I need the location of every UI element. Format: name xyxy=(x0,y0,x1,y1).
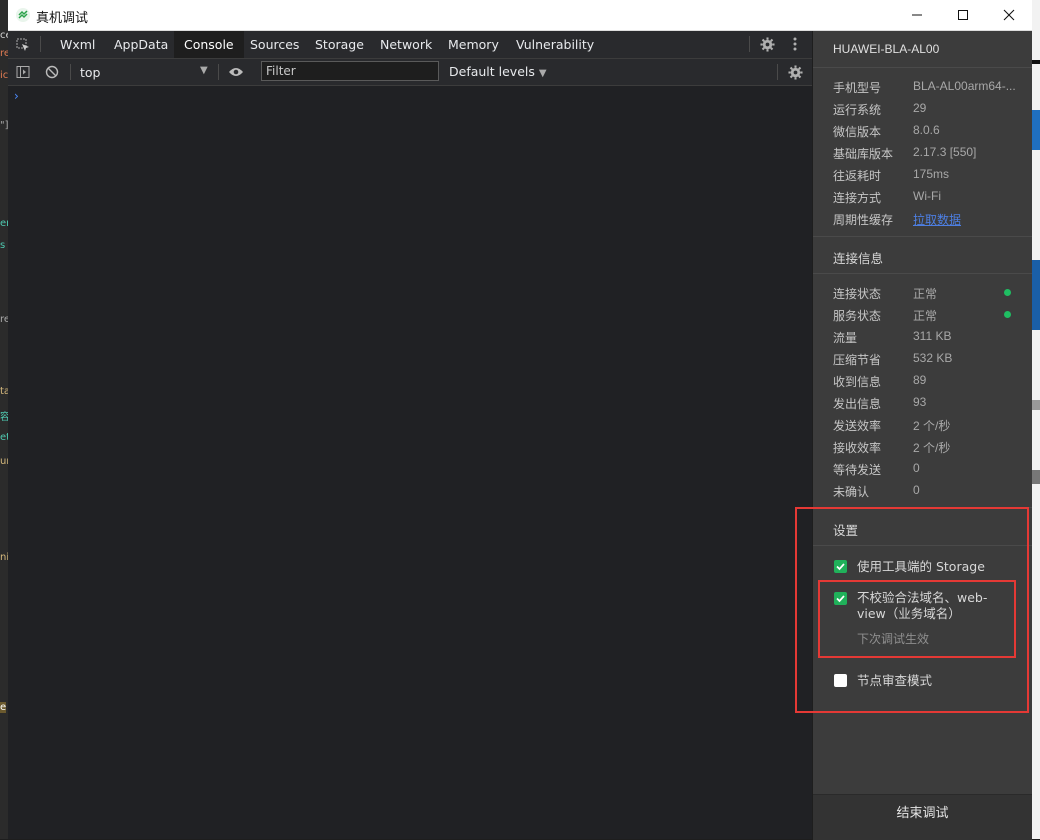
info-row-connection-type: 连接方式 Wi-Fi xyxy=(833,189,941,205)
conn-row-traffic: 流量 311 KB xyxy=(833,329,952,345)
levels-dropdown-arrow-icon: ▼ xyxy=(538,68,547,79)
tab-vulnerability[interactable]: Vulnerability xyxy=(506,31,604,58)
node-inspect-label: 节点审查模式 xyxy=(857,673,933,688)
devtools-tab-bar: Wxml AppData Console Sources Storage Net… xyxy=(8,31,812,59)
end-debug-button[interactable]: 结束调试 xyxy=(813,795,1032,840)
console-prompt-icon: › xyxy=(14,89,19,103)
tab-memory[interactable]: Memory xyxy=(438,31,509,58)
console-settings-gear-icon[interactable] xyxy=(786,63,804,81)
connection-section-title: 连接信息 xyxy=(833,251,884,266)
devtools-pane: Wxml AppData Console Sources Storage Net… xyxy=(8,31,812,839)
use-storage-label: 使用工具端的 Storage xyxy=(857,559,985,574)
minimize-button[interactable] xyxy=(894,0,940,30)
background-app-strip: ce re ic "] er s re ta 容 et ur ni e xyxy=(0,0,8,839)
inspect-element-icon[interactable] xyxy=(14,36,32,54)
wechat-devtools-logo-icon xyxy=(16,8,30,22)
info-row-lib-version: 基础库版本 2.17.3 [550] xyxy=(833,145,977,161)
sidebar-toggle-icon[interactable] xyxy=(14,63,32,81)
conn-row-status: 连接状态 正常 xyxy=(833,285,1023,303)
info-row-rtt: 往返耗时 175ms xyxy=(833,167,950,183)
console-toolbar: top ▼ Default levels ▼ xyxy=(8,59,812,86)
conn-row-sent: 发出信息 93 xyxy=(833,395,927,411)
conn-row-pending: 等待发送 0 xyxy=(833,461,920,477)
context-dropdown-arrow-icon[interactable]: ▼ xyxy=(200,65,208,76)
use-storage-checkbox[interactable] xyxy=(834,560,847,573)
background-app-right-strip xyxy=(1032,0,1040,839)
window-title: 真机调试 xyxy=(36,11,89,26)
device-name: HUAWEI-BLA-AL00 xyxy=(833,42,940,56)
live-expression-eye-icon[interactable] xyxy=(226,63,246,81)
conn-row-received: 收到信息 89 xyxy=(833,373,927,389)
node-inspect-checkbox[interactable] xyxy=(834,674,847,687)
console-output[interactable]: › xyxy=(8,86,812,839)
end-debug-bar: 结束调试 xyxy=(813,794,1032,840)
window-titlebar: 真机调试 xyxy=(8,0,1032,31)
tab-storage[interactable]: Storage xyxy=(305,31,374,58)
fetch-data-link[interactable]: 拉取数据 xyxy=(913,211,961,228)
conn-row-compression: 压缩节省 532 KB xyxy=(833,351,953,367)
tab-sources[interactable]: Sources xyxy=(240,31,309,58)
context-selector[interactable]: top xyxy=(80,65,100,80)
tab-wxml[interactable]: Wxml xyxy=(50,31,105,58)
clear-console-icon[interactable] xyxy=(43,63,61,81)
info-row-wechat-version: 微信版本 8.0.6 xyxy=(833,123,940,139)
effective-next-debug-hint: 下次调试生效 xyxy=(857,632,930,646)
skip-domain-check-label-line2: view（业务域名） xyxy=(857,606,961,621)
more-options-icon[interactable] xyxy=(788,35,802,53)
close-button[interactable] xyxy=(986,0,1032,30)
log-levels-label: Default levels xyxy=(449,64,535,79)
settings-gear-icon[interactable] xyxy=(758,35,776,53)
skip-domain-check-checkbox[interactable] xyxy=(834,592,847,605)
conn-row-service: 服务状态 正常 xyxy=(833,307,1023,325)
info-row-periodic-cache: 周期性缓存 拉取数据 xyxy=(833,211,962,228)
status-ok-dot xyxy=(1004,289,1011,296)
tab-appdata[interactable]: AppData xyxy=(104,31,178,58)
info-row-model: 手机型号 BLA-AL00arm64-... xyxy=(833,79,1016,95)
log-levels-dropdown[interactable]: Default levels ▼ xyxy=(449,64,547,79)
service-ok-dot xyxy=(1004,311,1011,318)
settings-section-title: 设置 xyxy=(833,523,859,538)
filter-input[interactable] xyxy=(261,61,439,81)
conn-row-receive-rate: 接收效率 2 个/秒 xyxy=(833,441,951,455)
maximize-button[interactable] xyxy=(940,0,986,30)
tab-console[interactable]: Console xyxy=(174,31,244,58)
device-info-panel: HUAWEI-BLA-AL00 手机型号 BLA-AL00arm64-... 运行… xyxy=(813,31,1032,840)
tab-network[interactable]: Network xyxy=(370,31,442,58)
conn-row-send-rate: 发送效率 2 个/秒 xyxy=(833,419,951,433)
conn-row-unacked: 未确认 0 xyxy=(833,483,920,499)
info-row-os: 运行系统 29 xyxy=(833,101,927,117)
